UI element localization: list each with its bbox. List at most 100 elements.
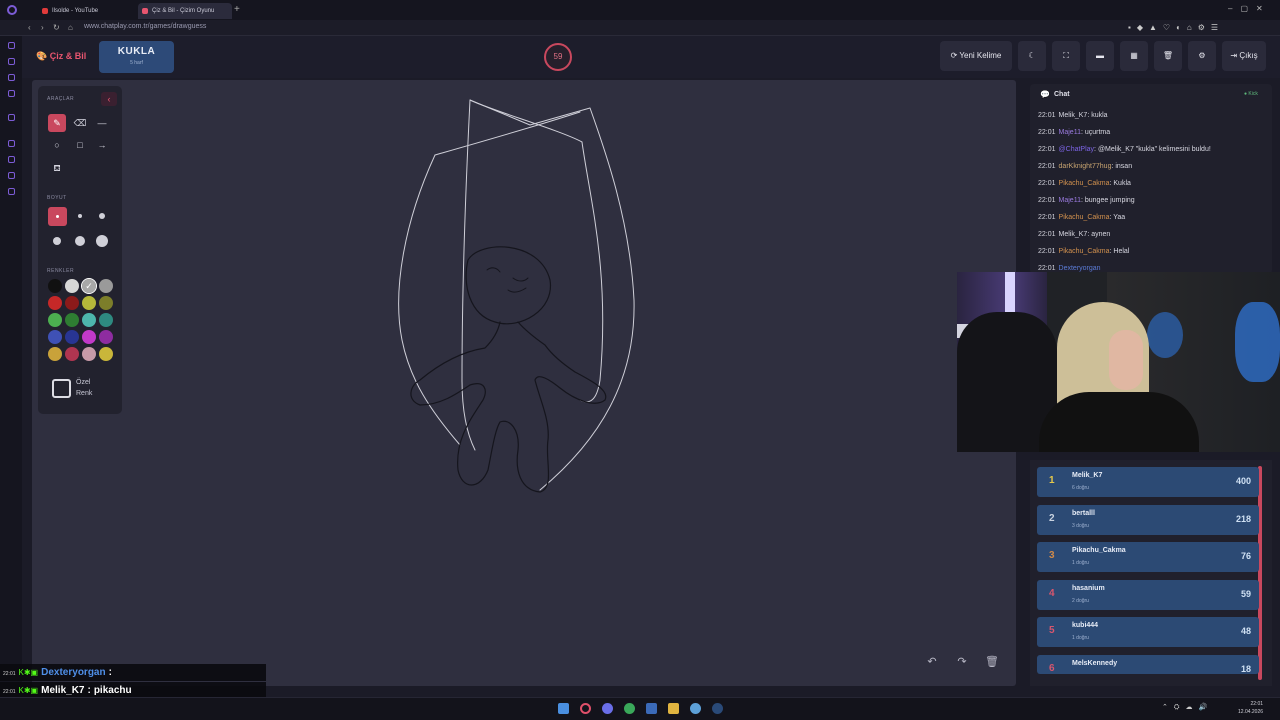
color-swatch[interactable]	[48, 296, 62, 310]
size-option-3[interactable]	[99, 213, 105, 219]
chat-username[interactable]: Pikachu_Cakma	[1059, 248, 1110, 255]
exit-button[interactable]: ⇥ Çıkış	[1222, 41, 1266, 71]
brand-title[interactable]: 🎨 Çiz & Bil	[36, 51, 86, 62]
circle-tool[interactable]: ○	[48, 136, 66, 154]
leaderboard-name: Melik_K7	[1072, 472, 1103, 479]
custom-color-button[interactable]	[52, 379, 71, 398]
color-swatch[interactable]	[48, 279, 62, 293]
taskbar-clock[interactable]: 22:01 12.04.2026	[1238, 700, 1263, 716]
display-button[interactable]: ▬	[1086, 41, 1114, 71]
chat-username[interactable]: Pikachu_Cakma	[1059, 214, 1110, 221]
color-swatch[interactable]: ✓	[81, 278, 97, 294]
color-swatch[interactable]	[48, 347, 62, 361]
rectangle-tool[interactable]: □	[71, 136, 89, 154]
color-swatch[interactable]	[65, 330, 79, 344]
chat-title: Chat	[1054, 91, 1070, 98]
app-icon[interactable]	[690, 703, 701, 714]
browser-taskbar-icon[interactable]	[580, 703, 591, 714]
rail-icon[interactable]	[8, 140, 15, 147]
color-swatch[interactable]	[65, 347, 79, 361]
color-swatch[interactable]	[99, 330, 113, 344]
size-option-5[interactable]	[75, 236, 85, 246]
pencil-icon: ✎	[53, 118, 61, 128]
leaderboard-scrollbar[interactable]	[1258, 466, 1262, 680]
rail-icon[interactable]	[8, 90, 15, 97]
clear-canvas-button[interactable]: 🗑	[981, 652, 1003, 672]
url-field[interactable]: www.chatplay.com.tr/games/drawguess	[84, 23, 206, 30]
collapse-panel-button[interactable]: ‹	[101, 92, 117, 106]
trash-icon: 🗑	[1162, 51, 1174, 60]
rail-icon[interactable]	[8, 188, 15, 195]
color-swatch[interactable]	[99, 313, 113, 327]
back-icon[interactable]: ‹	[28, 23, 31, 32]
settings-button[interactable]: ⚙	[1188, 41, 1216, 71]
reload-icon[interactable]: ↻	[53, 23, 60, 32]
rail-icon[interactable]	[8, 114, 15, 121]
rail-icon[interactable]	[8, 58, 15, 65]
webcam-person-body	[1039, 392, 1199, 452]
color-swatch[interactable]	[48, 330, 62, 344]
redo-button[interactable]: ↷	[951, 652, 973, 672]
archive-button[interactable]: ▦	[1120, 41, 1148, 71]
extensions-icons[interactable]: ▪◆▲♡◐⌂⚙☰	[1128, 23, 1224, 32]
chrome-icon[interactable]	[624, 703, 635, 714]
webcam-person-face	[1109, 330, 1143, 390]
eraser-tool[interactable]: ⌫	[71, 114, 89, 132]
color-swatch[interactable]	[65, 279, 79, 293]
badge-icons: K✱▣	[18, 668, 39, 677]
chat-username[interactable]: Maje11	[1059, 129, 1081, 136]
chat-message: 22:01 Melik_K7: aynen	[1038, 231, 1110, 238]
chat-username[interactable]: Melik_K7	[1059, 112, 1088, 119]
chat-username[interactable]: Dexteryorgan	[1059, 265, 1101, 272]
chat-username[interactable]: @ChatPlay	[1059, 146, 1095, 153]
new-tab-icon[interactable]: +	[234, 4, 240, 15]
drawing-canvas[interactable]	[32, 80, 1016, 686]
color-swatch[interactable]	[82, 313, 96, 327]
discord-icon[interactable]	[602, 703, 613, 714]
app-icon[interactable]	[646, 703, 657, 714]
folder-icon[interactable]	[668, 703, 679, 714]
pencil-tool[interactable]: ✎	[48, 114, 66, 132]
chat-time: 22:01	[1038, 231, 1056, 238]
leaderboard-score: 218	[1235, 513, 1251, 524]
rail-icon[interactable]	[8, 74, 15, 81]
color-swatch[interactable]	[99, 296, 113, 310]
start-icon[interactable]	[558, 703, 569, 714]
chat-username[interactable]: Melik_K7	[1059, 231, 1088, 238]
size-option-6[interactable]	[96, 235, 108, 247]
new-word-button[interactable]: ⟳ Yeni Kelime	[940, 41, 1012, 71]
fullscreen-button[interactable]: ⛶	[1052, 41, 1080, 71]
color-swatch[interactable]	[82, 347, 96, 361]
home-icon[interactable]: ⌂	[68, 23, 73, 32]
color-swatch[interactable]	[48, 313, 62, 327]
color-swatch[interactable]	[65, 313, 79, 327]
chat-username[interactable]: darKknight77hug	[1059, 163, 1112, 170]
tab-youtube[interactable]: Ilsolde - YouTube	[38, 3, 132, 19]
arrow-tool[interactable]: →	[93, 136, 111, 154]
forward-icon[interactable]: ›	[41, 23, 44, 32]
color-swatch[interactable]	[99, 279, 113, 293]
fill-tool[interactable]: ⛾	[48, 159, 66, 177]
color-swatch[interactable]	[82, 296, 96, 310]
chat-source-badge: ● Kick	[1244, 91, 1258, 97]
chat-username[interactable]: Pikachu_Cakma	[1059, 180, 1110, 187]
color-swatch[interactable]	[99, 347, 113, 361]
window-controls[interactable]: –▢✕	[1228, 4, 1271, 13]
color-swatch[interactable]	[82, 330, 96, 344]
tab-ciz-bil[interactable]: Çiz & Bil - Çizim Oyunu	[138, 3, 232, 19]
size-option-4[interactable]	[53, 237, 61, 245]
dark-mode-button[interactable]: ☾	[1018, 41, 1046, 71]
leaderboard-rank: 4	[1049, 587, 1055, 599]
rail-icon[interactable]	[8, 172, 15, 179]
chat-username[interactable]: Maje11	[1059, 197, 1081, 204]
color-swatch[interactable]	[65, 296, 79, 310]
address-bar: ‹ › ↻ ⌂ www.chatplay.com.tr/games/drawgu…	[0, 20, 1280, 36]
system-tray-icons[interactable]: ⌃⛭☁🔊	[1162, 703, 1213, 712]
rail-icon[interactable]	[8, 156, 15, 163]
steam-icon[interactable]	[712, 703, 723, 714]
line-tool[interactable]: —	[93, 114, 111, 132]
size-option-2[interactable]	[78, 214, 82, 218]
rail-icon[interactable]	[8, 42, 15, 49]
clear-button[interactable]: 🗑	[1154, 41, 1182, 71]
undo-button[interactable]: ↶	[921, 652, 943, 672]
